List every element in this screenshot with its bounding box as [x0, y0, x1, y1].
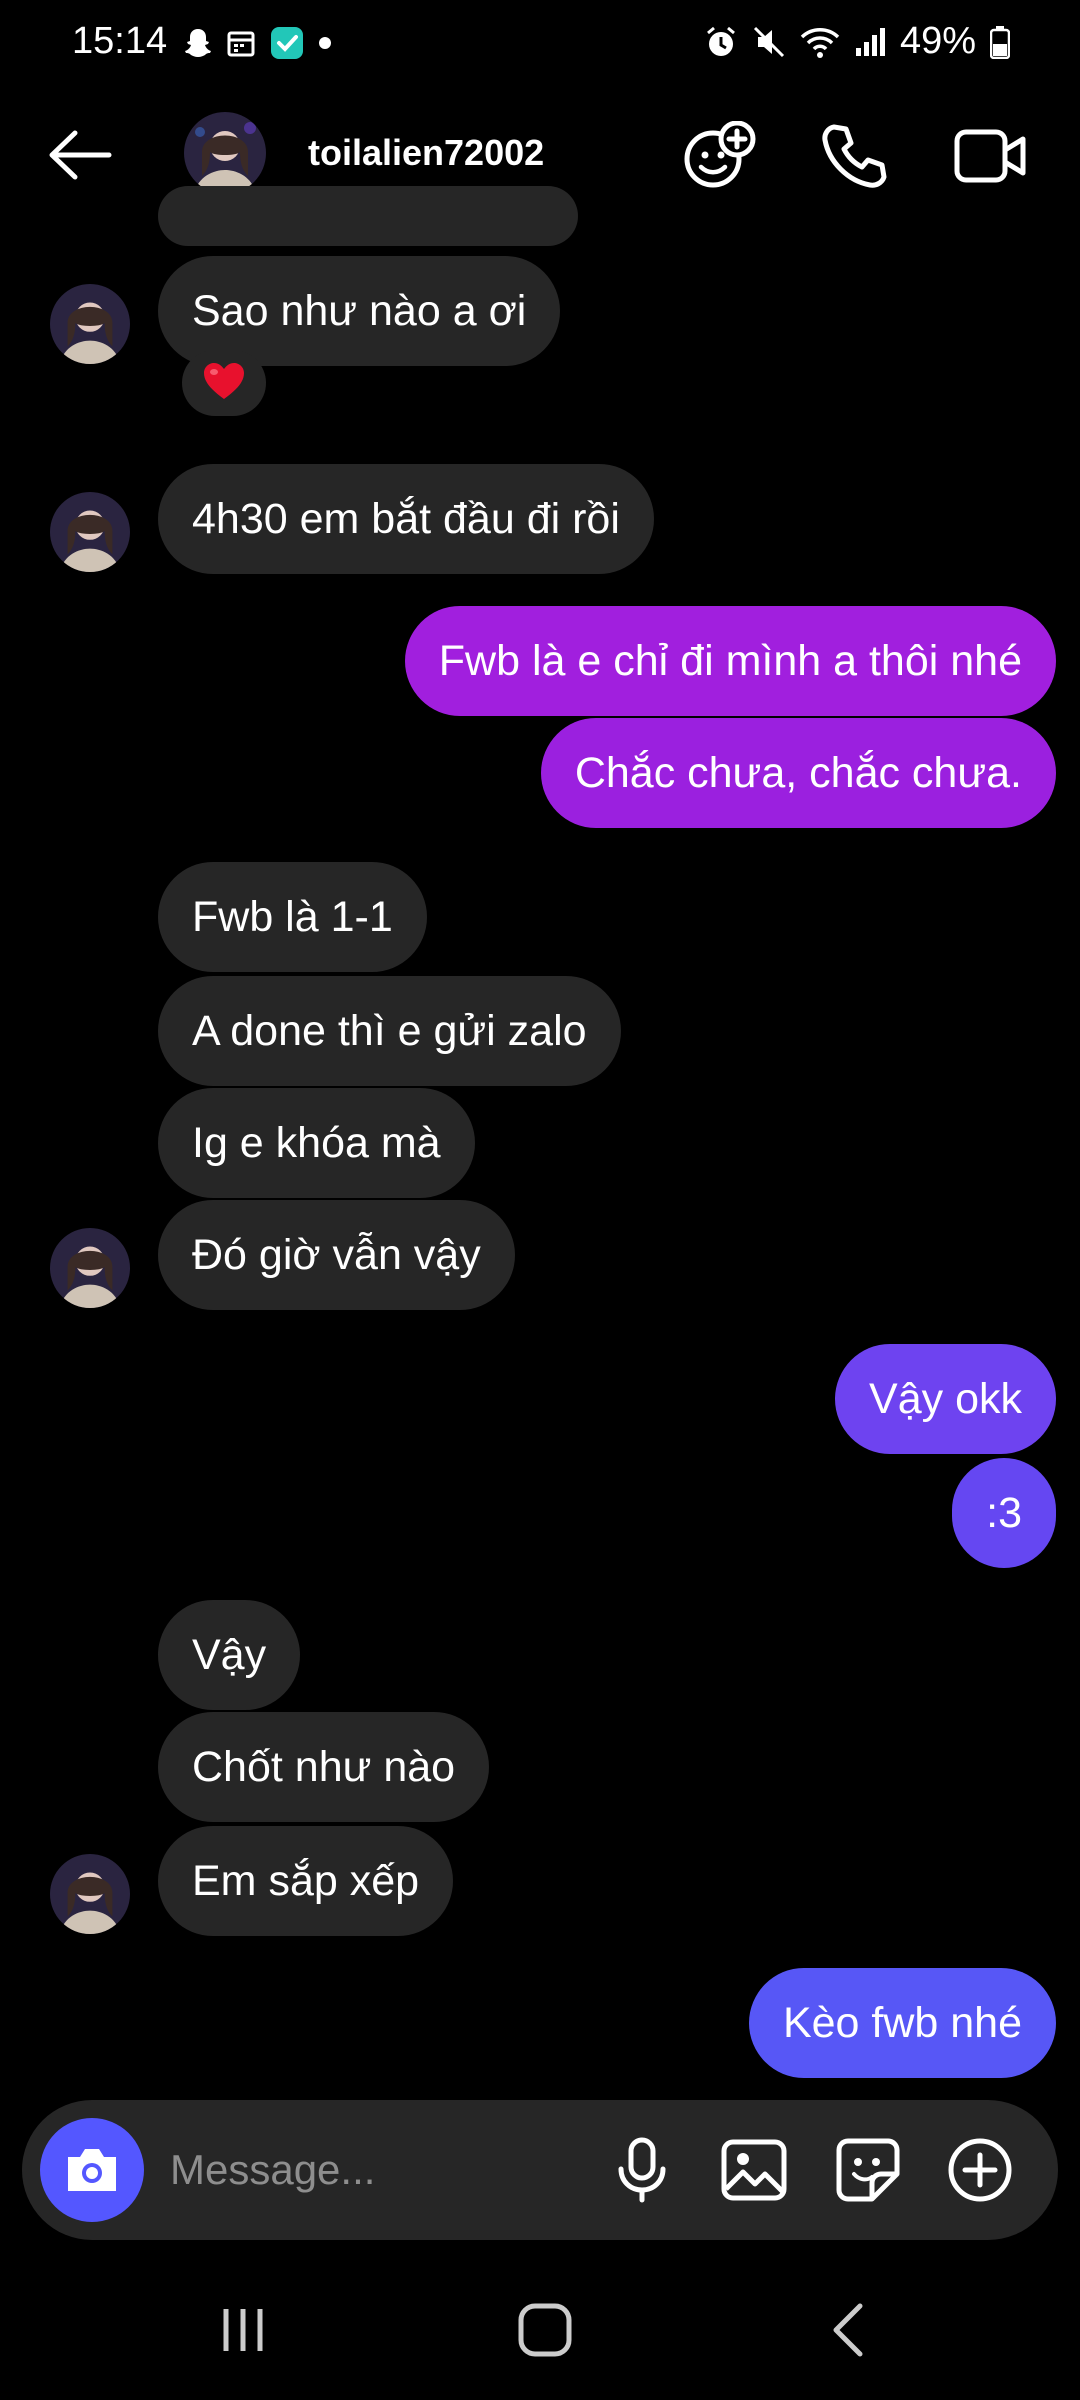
back-arrow-icon [49, 130, 112, 180]
contact-username[interactable]: toilalien72002 [308, 132, 544, 174]
system-status: 49% [704, 20, 1010, 63]
message-input[interactable] [170, 2138, 570, 2202]
outgoing-message[interactable]: Kèo fwb nhé [748, 1968, 1056, 2078]
gallery-button[interactable] [714, 2130, 794, 2210]
message-list: Sao như nào a ơi 4h30 em bắt đầu đi rồi … [0, 186, 1080, 2096]
incoming-message[interactable]: Ig e khóa mà [158, 1088, 475, 1198]
sticker-button[interactable] [828, 2130, 908, 2210]
battery-percent: 49% [899, 20, 976, 62]
outgoing-message[interactable]: Chắc chưa, chắc chưa. [540, 718, 1056, 828]
check-app-icon [270, 26, 304, 60]
back-button[interactable] [40, 120, 120, 190]
calendar-icon [226, 28, 256, 58]
video-icon [954, 129, 1026, 183]
wifi-icon [800, 25, 840, 59]
outgoing-message[interactable]: Vậy okk [835, 1344, 1056, 1454]
status-bar: 15:14 49% [0, 0, 1080, 92]
system-back-button[interactable] [798, 2290, 898, 2370]
contact-avatar[interactable] [184, 112, 266, 194]
incoming-message[interactable]: 4h30 em bắt đầu đi rồi [158, 464, 654, 574]
back-icon [833, 2303, 863, 2357]
dot-icon [318, 36, 332, 50]
camera-button[interactable] [40, 2118, 144, 2222]
status-time: 15:14 [72, 20, 168, 62]
home-button[interactable] [495, 2290, 595, 2370]
incoming-message[interactable]: Chốt như nào [158, 1712, 490, 1822]
plus-circle-icon [948, 2138, 1012, 2202]
outgoing-message[interactable]: :3 [952, 1458, 1056, 1568]
microphone-icon [618, 2137, 666, 2203]
home-icon [518, 2303, 572, 2357]
gallery-icon [721, 2139, 787, 2201]
contact-avatar-small[interactable] [50, 1228, 130, 1308]
add-people-button[interactable] [680, 118, 760, 194]
notification-icons [184, 26, 332, 60]
phone-icon [822, 124, 887, 188]
video-call-button[interactable] [950, 118, 1030, 194]
reaction-badge[interactable] [182, 350, 266, 416]
recent-apps-button[interactable] [193, 2290, 293, 2370]
contact-avatar-small[interactable] [50, 284, 130, 364]
incoming-message[interactable]: Đó giờ vẫn vậy [158, 1200, 515, 1310]
camera-icon [68, 2149, 116, 2191]
more-options-button[interactable] [940, 2130, 1020, 2210]
previous-message-bubble[interactable] [158, 186, 578, 246]
add-people-icon [684, 121, 756, 188]
mute-icon [752, 25, 786, 59]
chat-screen: 15:14 49% toilalien72002 Sao như nào a ơ… [0, 0, 1080, 2400]
system-navigation-bar [0, 2260, 1080, 2400]
contact-avatar-small[interactable] [50, 492, 130, 572]
outgoing-message[interactable]: Fwb là e chỉ đi mình a thôi nhé [404, 606, 1056, 716]
battery-icon [990, 25, 1010, 59]
incoming-message[interactable]: Em sắp xếp [158, 1826, 454, 1936]
alarm-icon [704, 25, 738, 59]
voice-message-button[interactable] [602, 2130, 682, 2210]
incoming-message[interactable]: Vậy [158, 1600, 301, 1710]
sticker-icon [836, 2138, 900, 2202]
incoming-message[interactable]: Fwb là 1-1 [158, 862, 427, 972]
heart-reaction-icon [202, 361, 246, 406]
message-composer [22, 2100, 1058, 2240]
snapchat-icon [184, 27, 212, 59]
signal-icon [854, 26, 886, 58]
incoming-message[interactable]: A done thì e gửi zalo [158, 976, 621, 1086]
contact-avatar-small[interactable] [50, 1854, 130, 1934]
recent-apps-icon [223, 2309, 263, 2351]
voice-call-button[interactable] [814, 118, 894, 194]
